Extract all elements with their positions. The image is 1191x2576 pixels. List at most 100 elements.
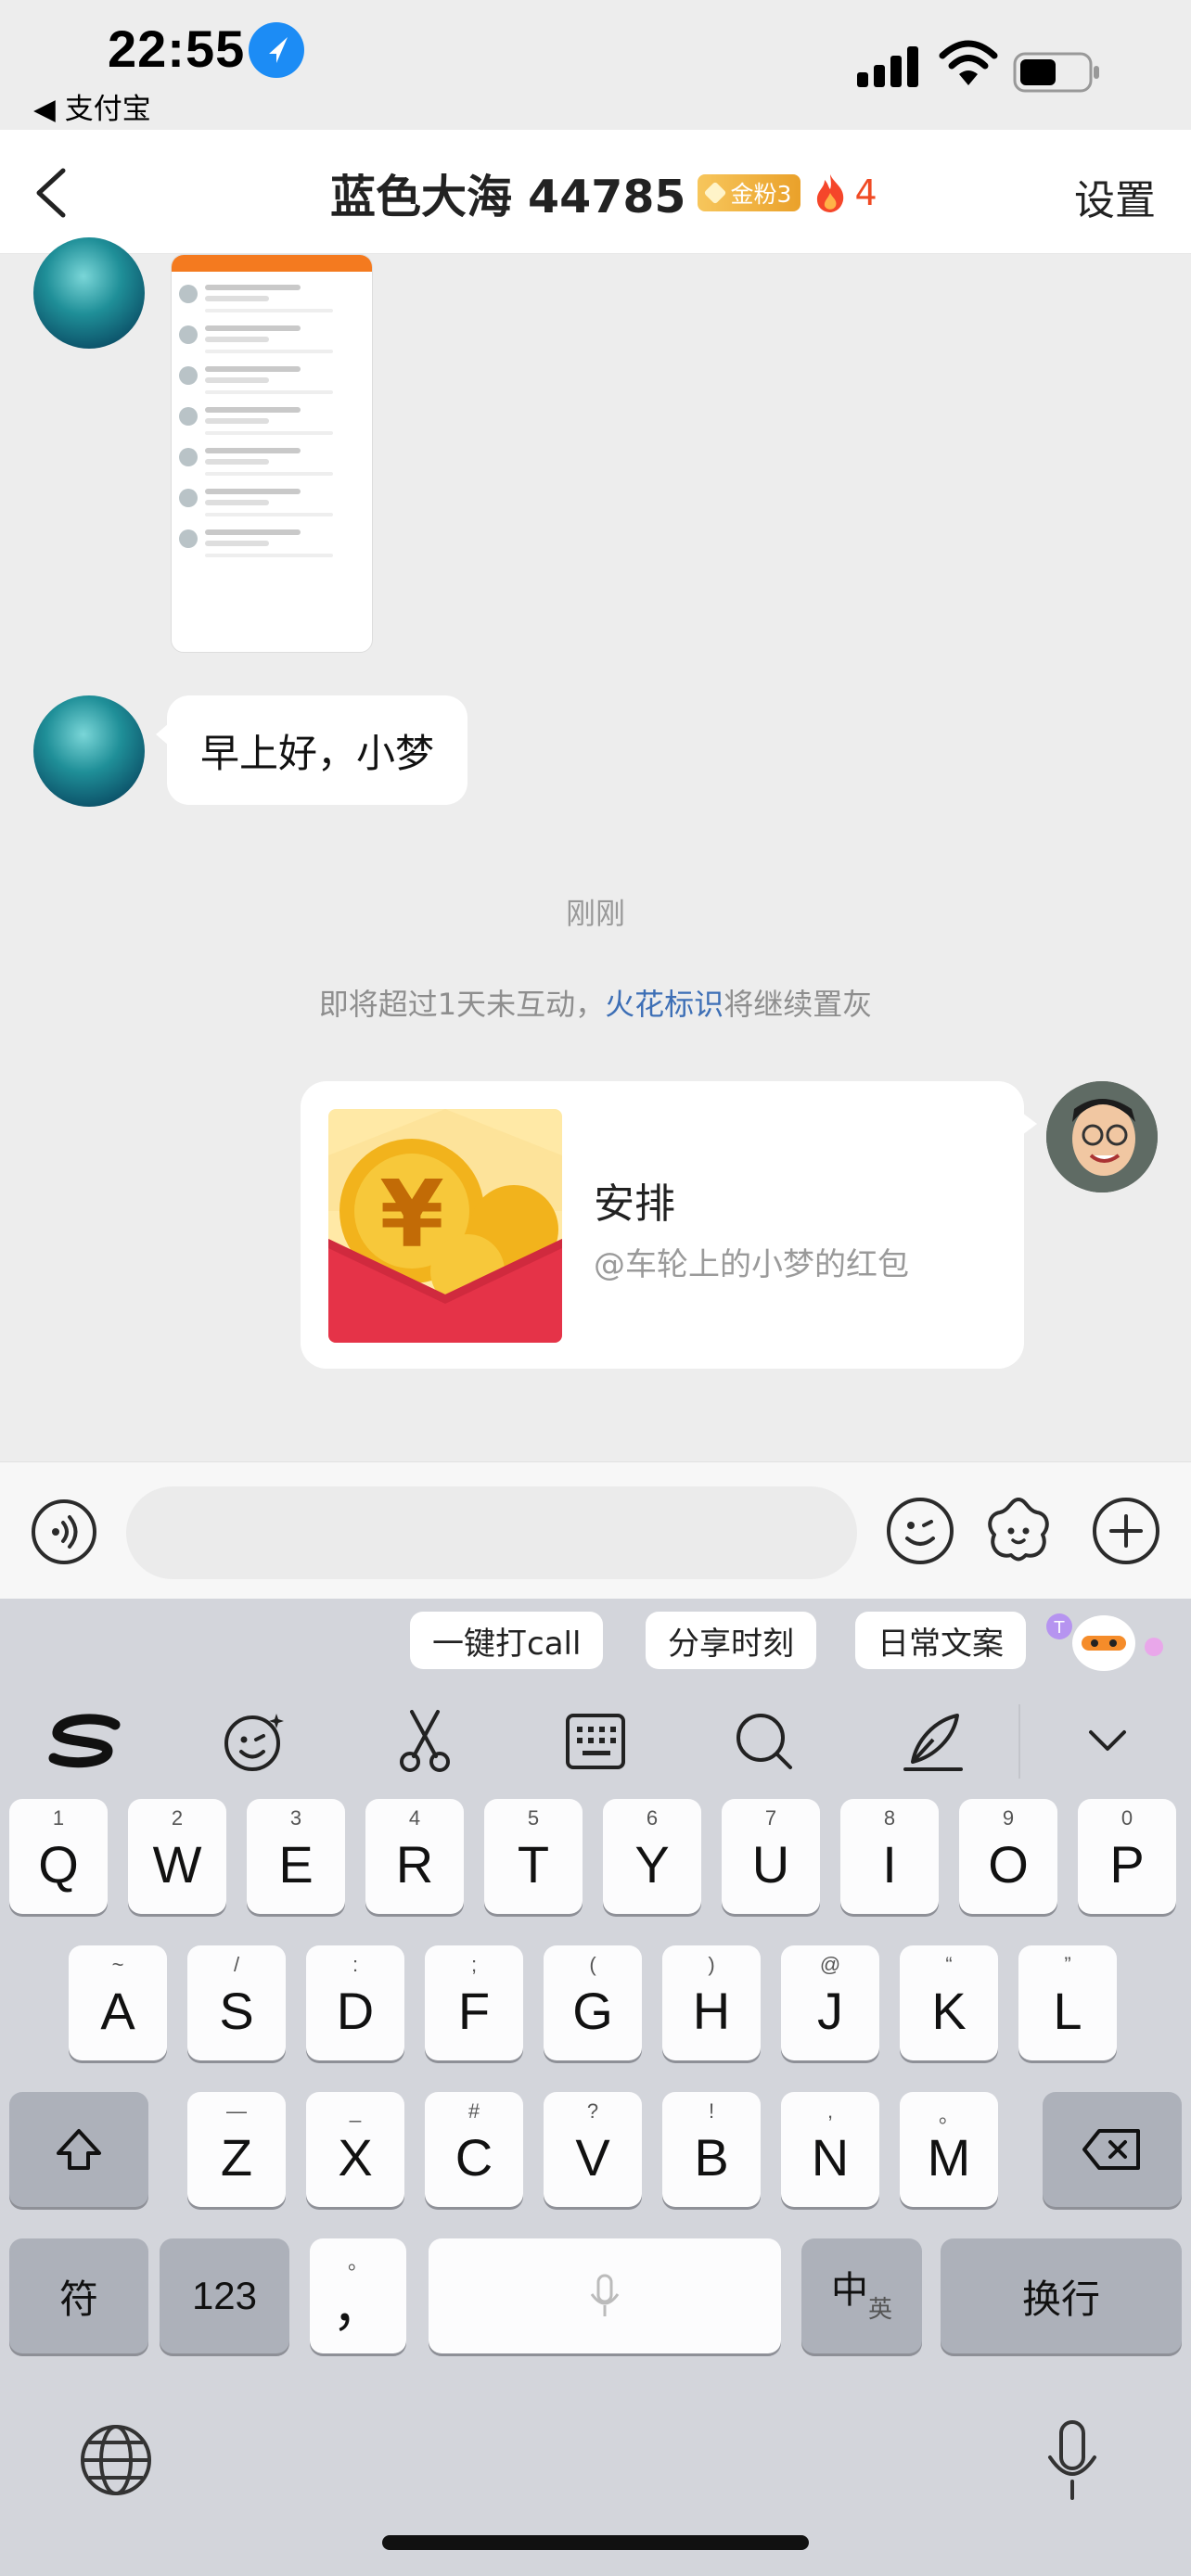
globe-icon[interactable] [78,2422,154,2498]
assistant-mascot-icon[interactable]: T [1044,1604,1174,1677]
chat-title-group[interactable]: 蓝色大海 44785 金粉3 4 [330,163,877,223]
backspace-key[interactable] [1043,2092,1182,2207]
key-label: Z [220,2127,253,2187]
key-z[interactable]: — Z [187,2092,286,2207]
key-label: X [338,2127,373,2187]
key-hint: ! [708,2099,715,2123]
key-d[interactable]: :D [306,1945,404,2060]
key-q[interactable]: 1Q [9,1799,108,1914]
key-g[interactable]: (G [544,1945,642,2060]
key-hint: 2 [171,1806,184,1830]
numbers-key[interactable]: 123 [160,2238,289,2353]
microphone-icon [590,2274,620,2316]
enter-key[interactable]: 换行 [941,2238,1182,2353]
key-label: Q [38,1834,79,1894]
contact-avatar[interactable] [33,237,145,349]
voice-input-icon[interactable] [32,1499,96,1564]
comma-key[interactable]: 。 ， [310,2238,406,2353]
key-a[interactable]: ~ A [69,1945,167,2060]
key-c[interactable]: # C [425,2092,523,2207]
key-hint: 9 [1002,1806,1015,1830]
key-p[interactable]: 0P [1078,1799,1176,1914]
spark-mark-link[interactable]: 火花标识 [605,987,724,1022]
keyboard-icon[interactable] [557,1702,634,1780]
message-text: 早上好，小梦 [200,730,435,776]
key-o[interactable]: 9O [959,1799,1057,1914]
pen-icon[interactable] [894,1702,972,1780]
key-i[interactable]: 8I [840,1799,939,1914]
key-label: I [882,1834,897,1894]
suggestion-chip[interactable]: 日常文案 [855,1612,1026,1669]
key-hint: ) [708,1953,715,1976]
key-y[interactable]: 6Y [603,1799,701,1914]
back-to-app-link[interactable]: ◀ 支付宝 [33,85,151,127]
key-label: B [694,2127,729,2187]
sogou-logo-icon[interactable] [46,1702,124,1780]
key-k[interactable]: “K [900,1945,998,2060]
key-j[interactable]: @ J [781,1945,879,2060]
key-hint: 4 [408,1806,421,1830]
key-label: M [927,2127,971,2187]
contact-avatar[interactable] [33,695,145,807]
key-e[interactable]: 3E [247,1799,345,1914]
key-hint: — [226,2099,247,2123]
scissors-icon[interactable] [386,1702,464,1780]
language-switch-key[interactable]: 中 英 [801,2238,922,2353]
settings-button[interactable]: 设置 [1074,167,1156,226]
back-button[interactable] [26,163,82,223]
key-hint: 8 [883,1806,896,1830]
key-s[interactable]: / S [187,1945,286,2060]
key-m[interactable]: 。 M [900,2092,998,2207]
key-x[interactable]: _ X [306,2092,404,2207]
key-hint: , [826,2099,834,2123]
key-hint: ? [586,2099,599,2123]
home-indicator[interactable] [382,2535,809,2550]
key-label: A [100,1981,135,2040]
key-h[interactable]: ) H [662,1945,761,2060]
key-u[interactable]: 7U [722,1799,820,1914]
incoming-message-bubble[interactable]: 早上好，小梦 [155,695,468,805]
key-label: ， [332,2277,384,2337]
shift-key[interactable] [9,2092,148,2207]
plus-icon[interactable] [1093,1498,1159,1564]
key-t[interactable]: 5T [484,1799,583,1914]
chevron-down-icon[interactable] [1069,1702,1146,1780]
key-b[interactable]: ! B [662,2092,761,2207]
sticker-icon[interactable] [983,1494,1054,1564]
notice-prefix: 即将超过1天未互动， [318,987,606,1022]
image-message-thumbnail[interactable] [171,254,373,653]
key-w[interactable]: 2W [128,1799,226,1914]
key-l[interactable]: ” L [1018,1945,1117,2060]
space-key[interactable] [429,2238,781,2353]
key-hint: 0 [1121,1806,1133,1830]
key-label: U [751,1834,790,1894]
key-hint: “ [945,1953,953,1976]
fan-level-label: 金粉3 [730,181,792,208]
key-r[interactable]: 4R [365,1799,464,1914]
dictation-microphone-icon[interactable] [1043,2418,1102,2504]
key-f[interactable]: ; F [425,1945,523,2060]
emoji-icon[interactable] [887,1498,954,1564]
suggestion-chip[interactable]: 分享时刻 [646,1612,816,1669]
key-label: F [457,1981,491,2040]
key-label: L [1053,1981,1082,2040]
symbols-key[interactable]: 符 [9,2238,148,2353]
key-label: W [152,1834,202,1894]
keyboard-toolbar [0,1684,1191,1799]
svg-text:T: T [1054,1618,1066,1638]
notice-suffix: 将继续置灰 [724,987,873,1022]
key-hint: 7 [764,1806,777,1830]
key-label: K [931,1981,967,2040]
key-v[interactable]: ? V [544,2092,642,2207]
key-label: 中 [830,2270,868,2311]
suggestion-chip[interactable]: 一键打call [410,1612,604,1669]
message-input[interactable] [126,1486,857,1579]
red-packet-message[interactable]: ¥ 安排 @车轮上的小梦的红包 [301,1081,1037,1369]
svg-text:¥: ¥ [379,1160,444,1269]
my-avatar[interactable] [1046,1081,1158,1192]
emoji-icon[interactable] [215,1702,293,1780]
key-label: O [988,1834,1029,1894]
key-label: J [817,1981,843,2040]
key-n[interactable]: ,N [781,2092,879,2207]
search-icon[interactable] [725,1702,803,1780]
